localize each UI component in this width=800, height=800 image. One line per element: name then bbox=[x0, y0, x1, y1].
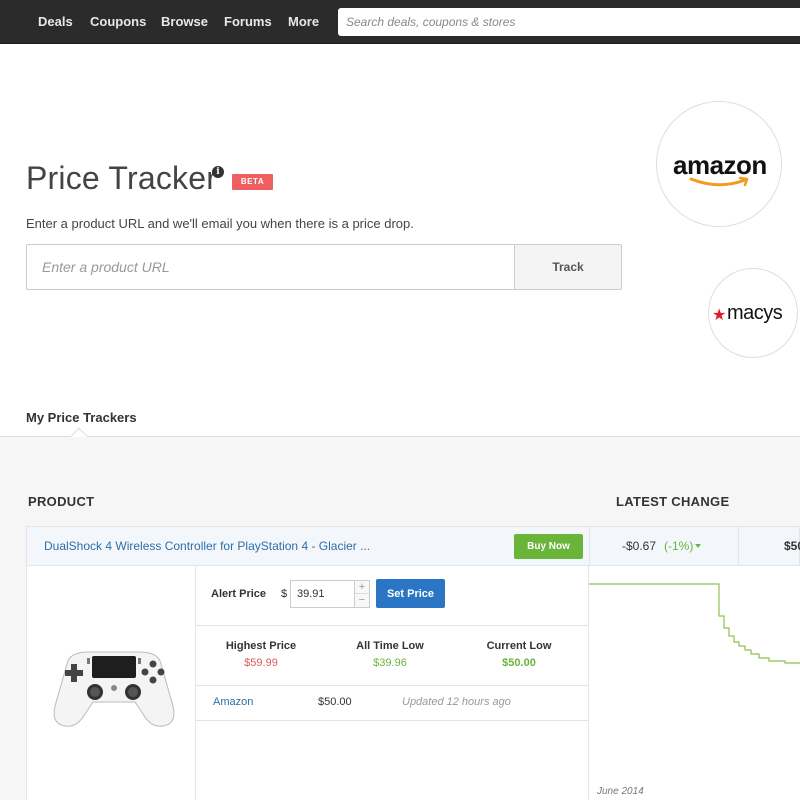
controller-image bbox=[53, 651, 175, 727]
product-name-link[interactable]: DualShock 4 Wireless Controller for Play… bbox=[44, 539, 370, 553]
alert-price-label: Alert Price bbox=[211, 588, 267, 600]
currency-symbol: $ bbox=[281, 588, 288, 600]
set-price-button[interactable]: Set Price bbox=[376, 579, 445, 608]
nav-coupons[interactable]: Coupons bbox=[90, 14, 146, 29]
amazon-store-logo[interactable]: amazon bbox=[656, 101, 782, 227]
price-history-chart: June 2014 bbox=[589, 566, 800, 800]
track-button[interactable]: Track bbox=[514, 244, 622, 290]
decrement-icon[interactable]: − bbox=[355, 594, 369, 607]
alert-price-stepper: + − bbox=[354, 580, 370, 608]
amazon-smile-icon bbox=[689, 176, 749, 187]
chart-date-label: June 2014 bbox=[597, 786, 644, 797]
product-image-cell bbox=[26, 566, 196, 800]
row-divider bbox=[738, 527, 739, 567]
product-url-input[interactable] bbox=[26, 244, 514, 290]
column-header-latest-change: LATEST CHANGE bbox=[616, 494, 730, 509]
tracker-detail-panel: Alert Price $ + − Set Price Highest Pric… bbox=[26, 566, 800, 800]
macys-store-logo[interactable]: ★ macys bbox=[708, 268, 798, 358]
beta-badge: BETA bbox=[232, 174, 273, 190]
latest-change-percent: (-1%) bbox=[664, 539, 694, 553]
all-time-low-label: All Time Low bbox=[356, 640, 424, 652]
macys-star-icon: ★ bbox=[712, 307, 727, 324]
macys-logo-text: macys bbox=[727, 302, 783, 324]
nav-deals[interactable]: Deals bbox=[38, 14, 73, 29]
buy-now-button[interactable]: Buy Now bbox=[514, 534, 583, 559]
current-price: $50 bbox=[784, 539, 800, 553]
store-link-amazon[interactable]: Amazon bbox=[213, 696, 253, 708]
all-time-low-value: $39.96 bbox=[373, 657, 407, 669]
increment-icon[interactable]: + bbox=[355, 581, 369, 594]
row-divider bbox=[589, 527, 590, 567]
divider bbox=[196, 720, 589, 721]
product-info-cell: Alert Price $ + − Set Price Highest Pric… bbox=[196, 566, 589, 800]
alert-price-input[interactable] bbox=[290, 580, 356, 608]
nav-more[interactable]: More bbox=[288, 14, 319, 29]
highest-price-label: Highest Price bbox=[225, 640, 297, 652]
price-down-icon bbox=[695, 544, 701, 548]
price-history-line bbox=[589, 583, 800, 664]
latest-change-amount: -$0.67 bbox=[622, 539, 657, 553]
updated-timestamp: Updated 12 hours ago bbox=[402, 696, 511, 708]
nav-forums[interactable]: Forums bbox=[224, 14, 272, 29]
tab-my-price-trackers[interactable]: My Price Trackers bbox=[26, 410, 137, 425]
page-subtitle: Enter a product URL and we'll email you … bbox=[26, 216, 414, 231]
nav-browse[interactable]: Browse bbox=[161, 14, 208, 29]
column-header-product: PRODUCT bbox=[28, 494, 95, 509]
search-input[interactable] bbox=[338, 8, 800, 36]
info-icon[interactable]: i bbox=[212, 166, 224, 178]
current-low-value: $50.00 bbox=[502, 657, 536, 669]
divider bbox=[196, 625, 589, 626]
store-price: $50.00 bbox=[318, 696, 352, 708]
highest-price-value: $59.99 bbox=[244, 657, 278, 669]
current-low-label: Current Low bbox=[486, 640, 552, 652]
top-nav-bar: Deals Coupons Browse Forums More bbox=[0, 0, 800, 44]
page-title: Price Tracker bbox=[26, 160, 218, 196]
divider bbox=[196, 685, 589, 686]
